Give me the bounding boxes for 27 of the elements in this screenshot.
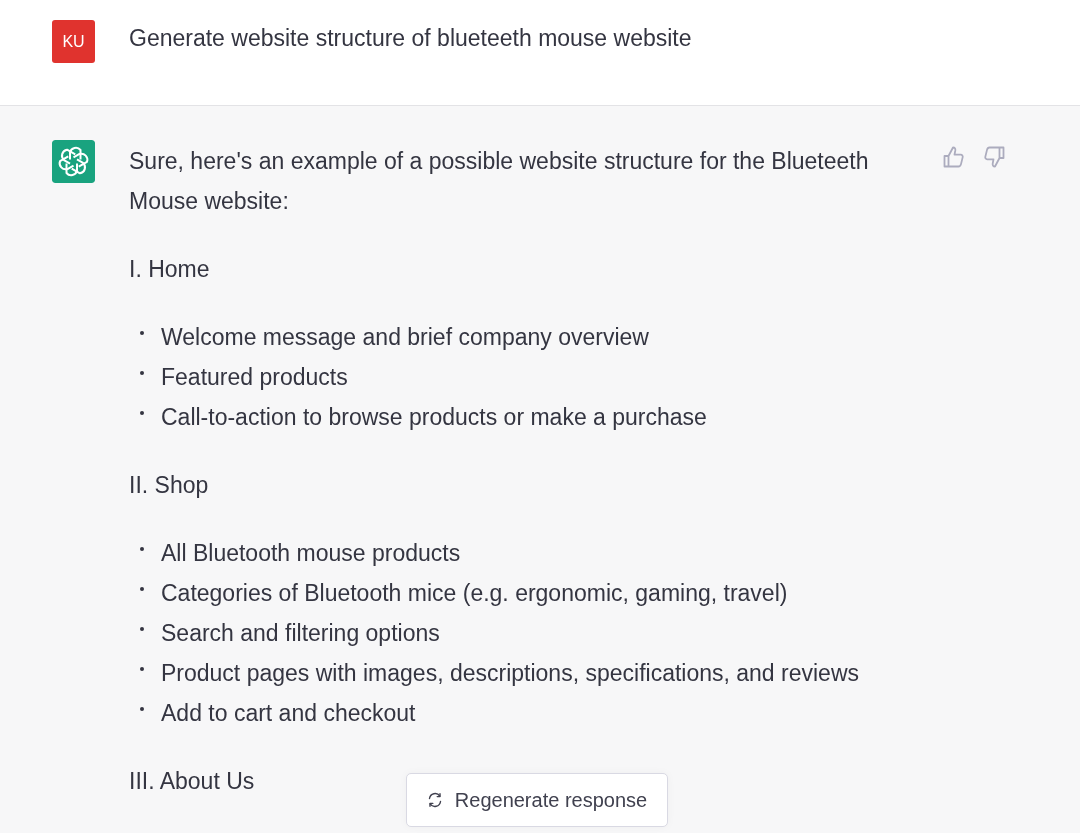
thumbs-up-icon[interactable] [943,146,965,168]
bullet-icon [140,331,144,335]
bullet-icon [140,707,144,711]
list-item: Search and filtering options [161,619,440,648]
bullet-icon [140,667,144,671]
bullet-icon [140,627,144,631]
user-avatar: KU [52,20,95,63]
thumbs-down-icon[interactable] [983,146,1005,168]
list-item: Call-to-action to browse products or make a purchase [161,403,707,432]
response-paragraph: Sure, here's an example of a possible website structure for the Blueteeth Mouse website: [129,147,870,216]
knot-logo-icon [52,140,95,183]
bullet-icon [140,371,144,375]
refresh-icon [426,792,443,808]
response-paragraph: II. Shop [129,471,209,500]
list-item: All Bluetooth mouse products [161,539,461,568]
bullet-icon [140,587,144,591]
response-paragraph: I. Home [129,255,210,284]
list-item: Featured products [161,363,348,392]
list-item: Welcome message and brief company overview [161,323,649,352]
list-item: Product pages with images, descriptions, specifications, and reviews [161,659,859,688]
regenerate-button[interactable]: Regenerate response [406,773,668,827]
bullet-icon [140,411,144,415]
bullet-icon [140,547,144,551]
list-item: Categories of Bluetooth mice (e.g. ergonomic, gaming, travel) [161,579,788,608]
list-item: Add to cart and checkout [161,699,416,728]
user-message: Generate website structure of blueteeth mouse website [129,24,692,53]
response-paragraph: III. About Us [129,767,255,796]
